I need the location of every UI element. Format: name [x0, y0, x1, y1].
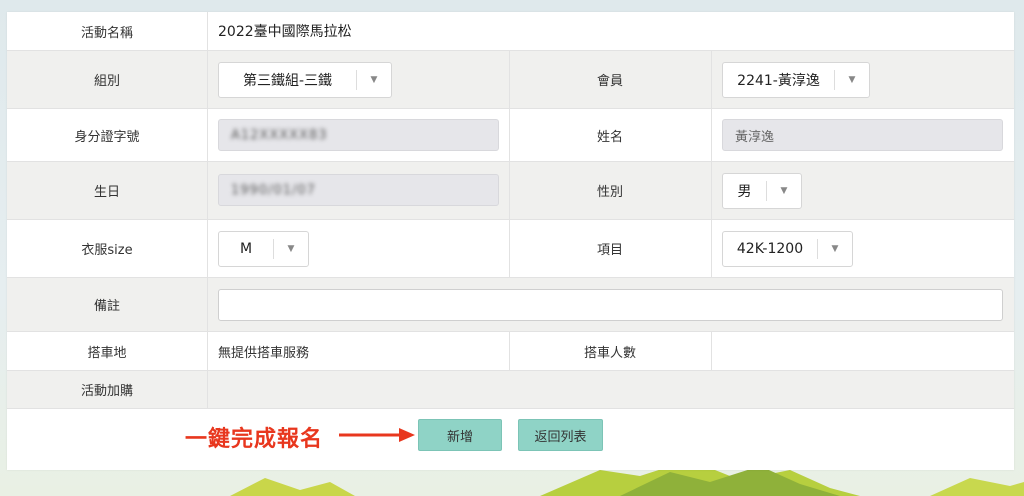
id-label: 身分證字號 — [74, 129, 140, 145]
pickup-label: 搭車地 — [87, 345, 127, 361]
member-select-value: 2241-黃淳逸 — [737, 73, 820, 89]
pickup-count-label: 搭車人數 — [583, 345, 636, 361]
group-label: 組別 — [93, 74, 120, 89]
gender-select[interactable]: 男 ▼ — [722, 173, 802, 209]
chevron-down-icon: ▼ — [287, 244, 295, 254]
gender-label: 性別 — [596, 185, 623, 200]
arrow-right-icon — [339, 428, 415, 442]
chevron-down-icon: ▼ — [848, 75, 856, 85]
pickup-value: 無提供搭車服務 — [218, 345, 310, 361]
chevron-down-icon: ▼ — [831, 244, 839, 254]
id-value: A12XXXXX83 — [231, 127, 328, 143]
group-select-value: 第三鐵組-三鐵 — [242, 73, 333, 89]
birthday-value: 1990/01/07 — [231, 182, 316, 198]
name-value: 黃淳逸 — [735, 129, 775, 145]
event-name: 2022臺中國際馬拉松 — [218, 24, 352, 40]
member-label: 會員 — [596, 74, 623, 89]
event-label: 活動名稱 — [80, 25, 133, 41]
row-event: 活動名稱 2022臺中國際馬拉松 — [7, 12, 1014, 51]
row-id: 身分證字號 A12XXXXX83 姓名 黃淳逸 — [7, 109, 1014, 162]
row-addon: 活動加購 — [7, 371, 1014, 409]
name-label: 姓名 — [596, 129, 623, 145]
item-select-value: 42K-1200 — [736, 241, 804, 257]
row-pickup: 搭車地 無提供搭車服務 搭車人數 — [7, 332, 1014, 371]
addon-label: 活動加購 — [80, 384, 133, 399]
promo-text: 一鍵完成報名 — [185, 427, 324, 452]
row-note: 備註 — [7, 278, 1014, 332]
row-birthday: 生日 1990/01/07 性別 男 ▼ — [7, 162, 1014, 220]
gender-select-value: 男 — [737, 184, 752, 200]
member-select[interactable]: 2241-黃淳逸 ▼ — [722, 62, 870, 98]
back-to-list-button[interactable]: 返回列表 — [518, 419, 603, 451]
name-field[interactable]: 黃淳逸 — [722, 119, 1003, 151]
birthday-label: 生日 — [93, 185, 120, 200]
pickup-count-value — [722, 332, 1002, 370]
chevron-down-icon: ▼ — [780, 186, 788, 196]
clothing-label: 衣服size — [81, 243, 133, 258]
note-input[interactable] — [218, 289, 1003, 321]
id-field[interactable]: A12XXXXX83 — [218, 119, 499, 151]
note-label: 備註 — [93, 299, 120, 314]
add-button[interactable]: 新增 — [418, 419, 502, 451]
row-clothing: 衣服size M ▼ 項目 42K-1200 ▼ — [7, 220, 1014, 278]
registration-form: 活動名稱 2022臺中國際馬拉松 組別 第三鐵組-三鐵 ▼ 會員 2241-黃淳… — [7, 12, 1014, 470]
item-label: 項目 — [596, 243, 623, 258]
group-select[interactable]: 第三鐵組-三鐵 ▼ — [218, 62, 392, 98]
clothing-select-value: M — [239, 241, 253, 257]
item-select[interactable]: 42K-1200 ▼ — [722, 231, 853, 267]
chevron-down-icon: ▼ — [370, 75, 378, 85]
addon-value — [218, 371, 998, 408]
row-group: 組別 第三鐵組-三鐵 ▼ 會員 2241-黃淳逸 ▼ — [7, 51, 1014, 109]
birthday-field[interactable]: 1990/01/07 — [218, 174, 499, 206]
clothing-select[interactable]: M ▼ — [218, 231, 309, 267]
